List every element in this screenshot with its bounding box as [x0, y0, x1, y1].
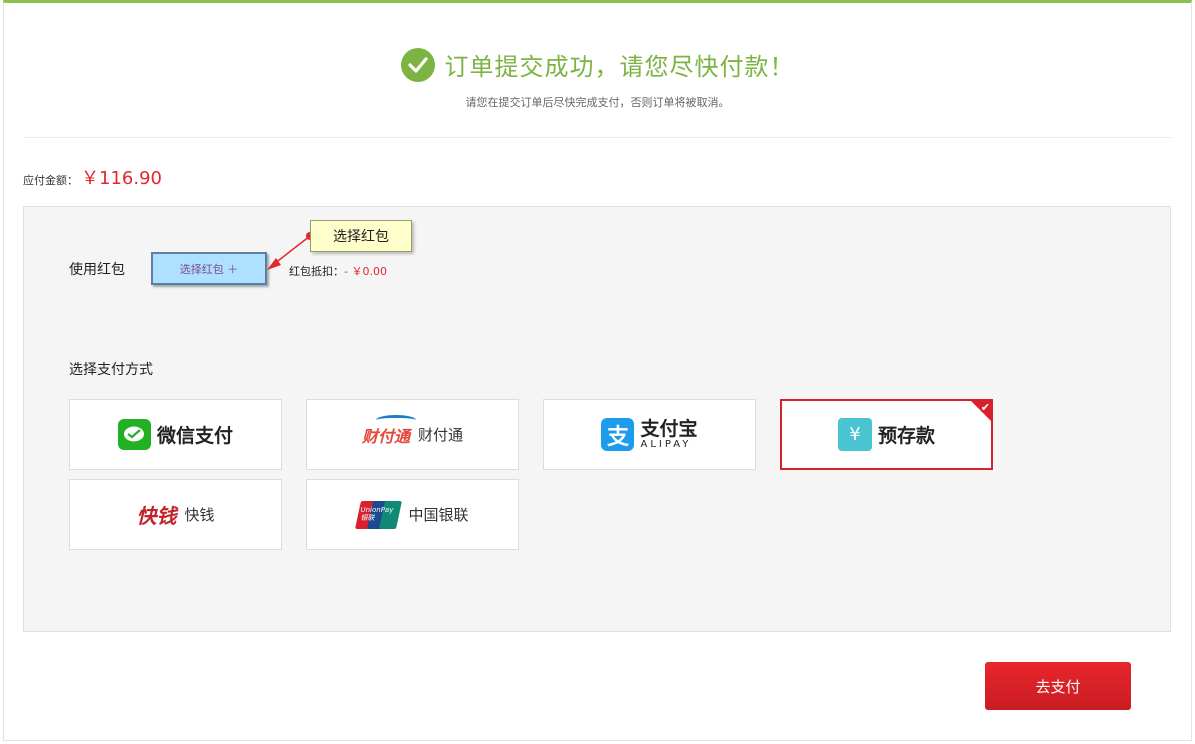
amount-value: ￥116.90: [81, 168, 162, 189]
wechat-pay-icon: [117, 419, 151, 450]
payment-option-deposit[interactable]: ¥ 预存款 ✔: [780, 399, 993, 470]
amount-due: 应付金额： ￥116.90: [23, 164, 162, 190]
deposit-icon: ¥: [837, 418, 872, 451]
selected-check-icon: ✔: [980, 401, 990, 414]
check-circle-icon: [400, 47, 435, 82]
payment-page: 订单提交成功，请您尽快付款！ 请您在提交订单后尽快完成支付，否则订单将被取消。 …: [3, 0, 1192, 741]
payment-option-tenpay[interactable]: 财付通 财付通: [306, 399, 519, 470]
payment-panel: 使用红包 选择红包 ＋ 红包抵扣：- ￥0.00 选择红包 选择支付方式 微信支…: [23, 206, 1171, 632]
success-header: 订单提交成功，请您尽快付款！ 请您在提交订单后尽快完成支付，否则订单将被取消。: [4, 3, 1191, 138]
tenpay-logo: 财付通: [362, 414, 416, 447]
payment-option-alipay[interactable]: 支 支付宝 ALIPAY: [543, 399, 756, 470]
annotation-arrow-icon: [267, 232, 314, 270]
payment-method-label: 选择支付方式: [69, 362, 153, 378]
title-row: 订单提交成功，请您尽快付款！: [4, 47, 1191, 82]
payment-option-label: 快钱: [184, 506, 215, 524]
payment-option-99bill[interactable]: 快钱 快钱: [69, 479, 282, 550]
unionpay-logo: UnionPay 银联: [355, 500, 403, 529]
alipay-text: 支付宝 ALIPAY: [640, 418, 698, 450]
divider: [23, 137, 1172, 138]
page-title: 订单提交成功，请您尽快付款！: [444, 53, 795, 81]
payment-option-wechat[interactable]: 微信支付: [69, 399, 282, 470]
alipay-icon: 支: [601, 418, 635, 451]
page-subtitle: 请您在提交订单后尽快完成支付，否则订单将被取消。: [465, 96, 730, 109]
amount-label: 应付金额：: [23, 174, 78, 187]
payment-option-label: 预存款: [877, 425, 935, 447]
99bill-logo: 快钱: [136, 504, 177, 528]
annotation-tooltip: 选择红包: [310, 220, 412, 252]
payment-option-unionpay[interactable]: UnionPay 银联 中国银联: [306, 479, 519, 550]
payment-option-label: 财付通: [418, 426, 464, 444]
payment-option-label: 微信支付: [156, 425, 233, 447]
payment-option-label: 中国银联: [408, 506, 469, 524]
deduct-value: - ￥0.00: [344, 265, 387, 278]
go-pay-button[interactable]: 去支付: [985, 662, 1131, 710]
